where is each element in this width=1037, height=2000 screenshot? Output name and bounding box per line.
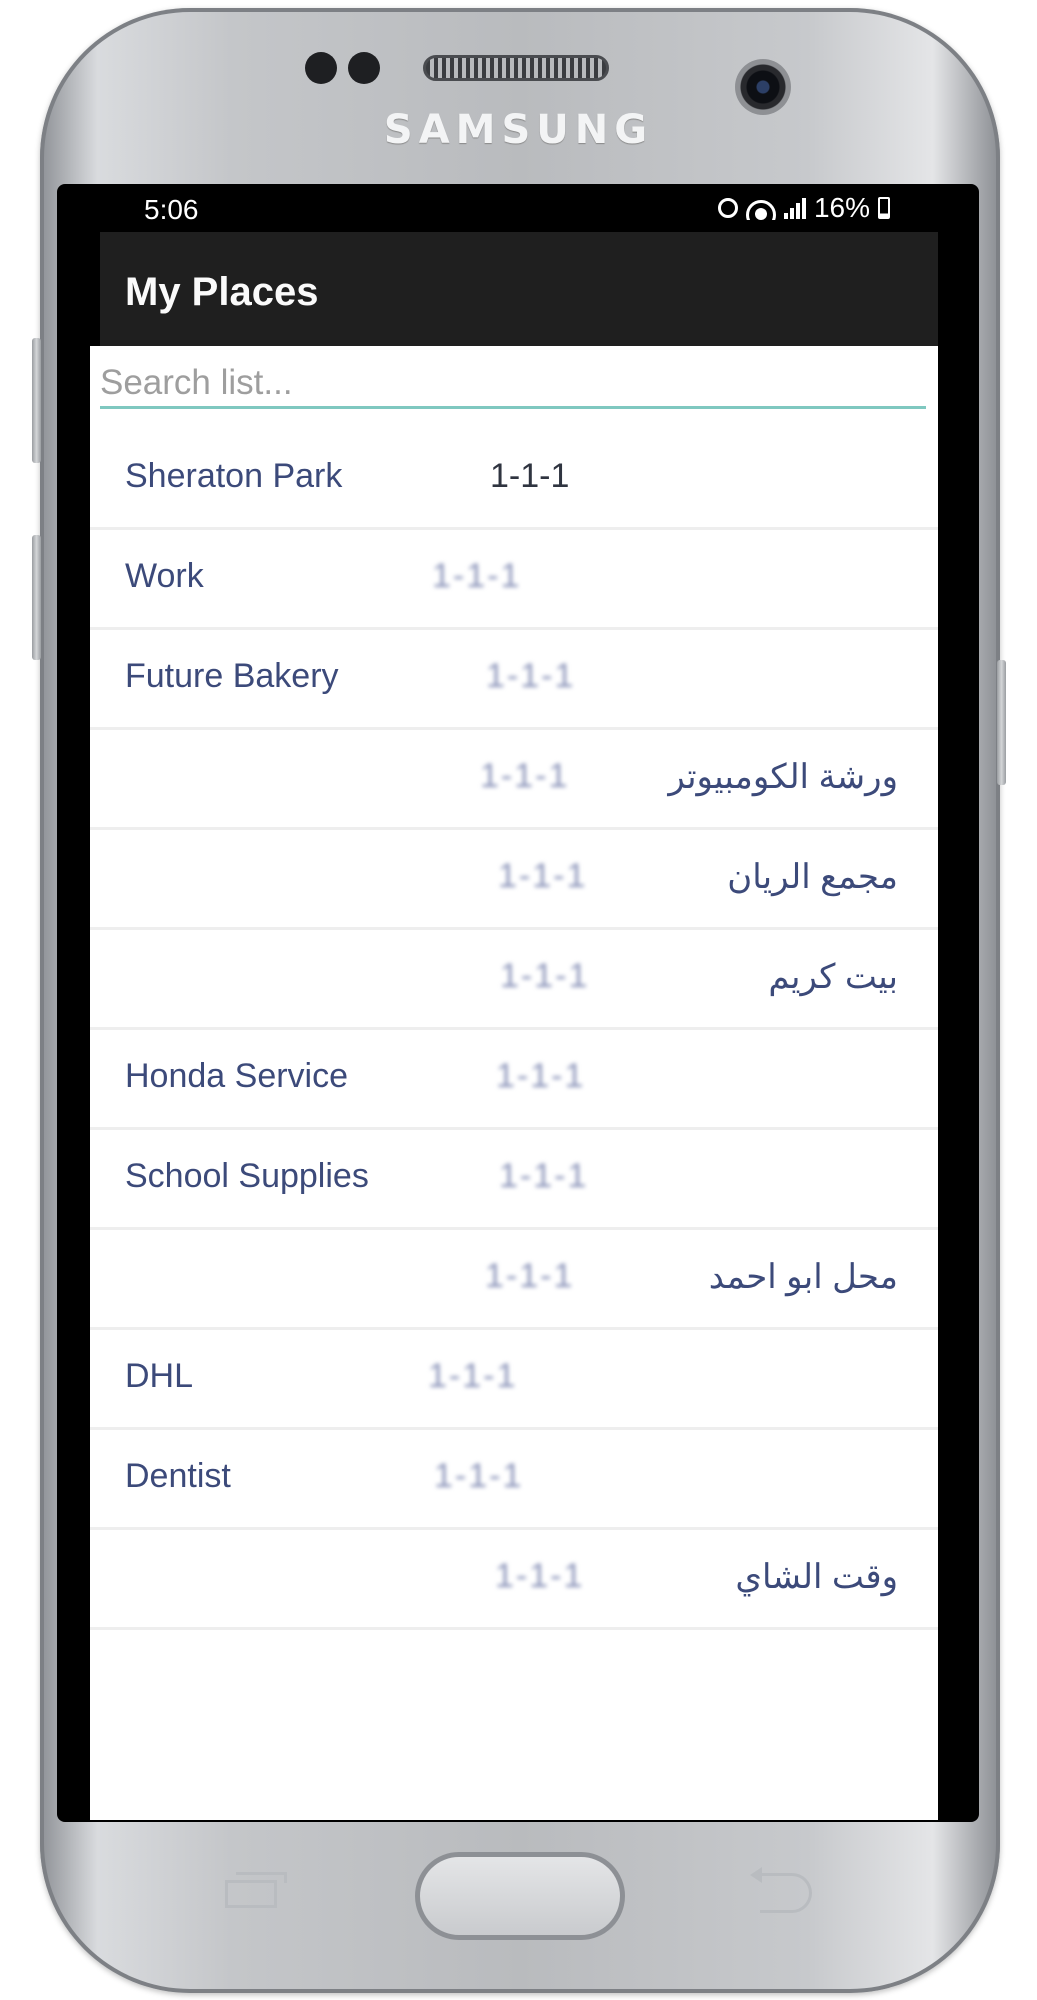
list-item[interactable]: ورشة الكومبيوتر 1-1-1 [90, 730, 938, 830]
alarm-icon [717, 198, 738, 218]
page-title: My Places [125, 270, 319, 314]
place-code: 1-1-1 [498, 857, 588, 895]
place-name: بيت كريم [768, 958, 898, 996]
navigation-bar [60, 1825, 978, 1945]
place-name: Sheraton Park [125, 457, 343, 495]
battery-percent: 16% [813, 192, 870, 223]
earpiece-speaker [423, 55, 609, 81]
place-code: 1-1-1 [496, 1057, 586, 1095]
list-item[interactable]: Honda Service 1-1-1 [90, 1030, 938, 1130]
brand-logo: SAMSUNG [383, 107, 654, 153]
place-code: 1-1-1 [434, 1457, 524, 1495]
places-list: Sheraton Park 1-1-1 Work 1-1-1 Future Bakery… [90, 430, 938, 1630]
list-item[interactable]: مجمع الريان 1-1-1 [90, 830, 938, 930]
side-button [32, 338, 41, 463]
place-code: 1-1-1 [432, 557, 522, 595]
place-code: 1-1-1 [500, 957, 590, 995]
place-code: 1-1-1 [428, 1357, 518, 1395]
place-code: 1-1-1 [499, 1157, 589, 1195]
place-code: 1-1-1 [495, 1557, 585, 1595]
list-item[interactable]: بيت كريم 1-1-1 [90, 930, 938, 1030]
list-item[interactable]: Work 1-1-1 [90, 530, 938, 630]
place-name: Dentist [125, 1457, 231, 1495]
recents-icon[interactable] [225, 1872, 287, 1908]
place-name: DHL [125, 1357, 194, 1395]
status-time: 5:06 [144, 194, 199, 225]
list-item[interactable]: Future Bakery 1-1-1 [90, 630, 938, 730]
list-item[interactable]: Dentist 1-1-1 [90, 1430, 938, 1530]
place-name: Honda Service [125, 1057, 349, 1095]
place-name: مجمع الريان [727, 858, 898, 896]
place-name: محل ابو احمد [708, 1258, 898, 1296]
status-bar: 5:06 16% [100, 186, 938, 232]
signal-icon [783, 197, 806, 219]
place-name: School Supplies [125, 1157, 369, 1195]
list-item[interactable]: Sheraton Park 1-1-1 [90, 430, 938, 530]
home-button[interactable] [415, 1852, 625, 1940]
sensor-dot [305, 52, 337, 84]
side-button [32, 535, 41, 660]
list-item[interactable]: وقت الشاي 1-1-1 [90, 1530, 938, 1630]
battery-icon [878, 197, 890, 219]
place-code: 1-1-1 [480, 757, 570, 795]
place-name: وقت الشاي [735, 1558, 898, 1596]
list-item[interactable]: DHL 1-1-1 [90, 1330, 938, 1430]
wifi-icon [745, 196, 776, 220]
back-icon[interactable] [750, 1867, 812, 1913]
app-bar: My Places [100, 232, 938, 346]
main-content: Sheraton Park1-1-1Work1-1-1Future Bakery… [90, 346, 938, 1820]
place-name: Future Bakery [125, 657, 339, 695]
search-input[interactable] [100, 360, 926, 409]
list-item[interactable]: محل ابو احمد 1-1-1 [90, 1230, 938, 1330]
list-item[interactable]: School Supplies 1-1-1 [90, 1130, 938, 1230]
status-icons: 16% [717, 192, 890, 224]
side-button [997, 660, 1006, 785]
sensor-dot [348, 52, 380, 84]
place-name: ورشة الكومبيوتر [668, 758, 898, 796]
place-code: 1-1-1 [485, 1257, 575, 1295]
place-code: 1-1-1 [490, 457, 570, 495]
place-name: Work [125, 557, 204, 595]
place-code: 1-1-1 [486, 657, 576, 695]
